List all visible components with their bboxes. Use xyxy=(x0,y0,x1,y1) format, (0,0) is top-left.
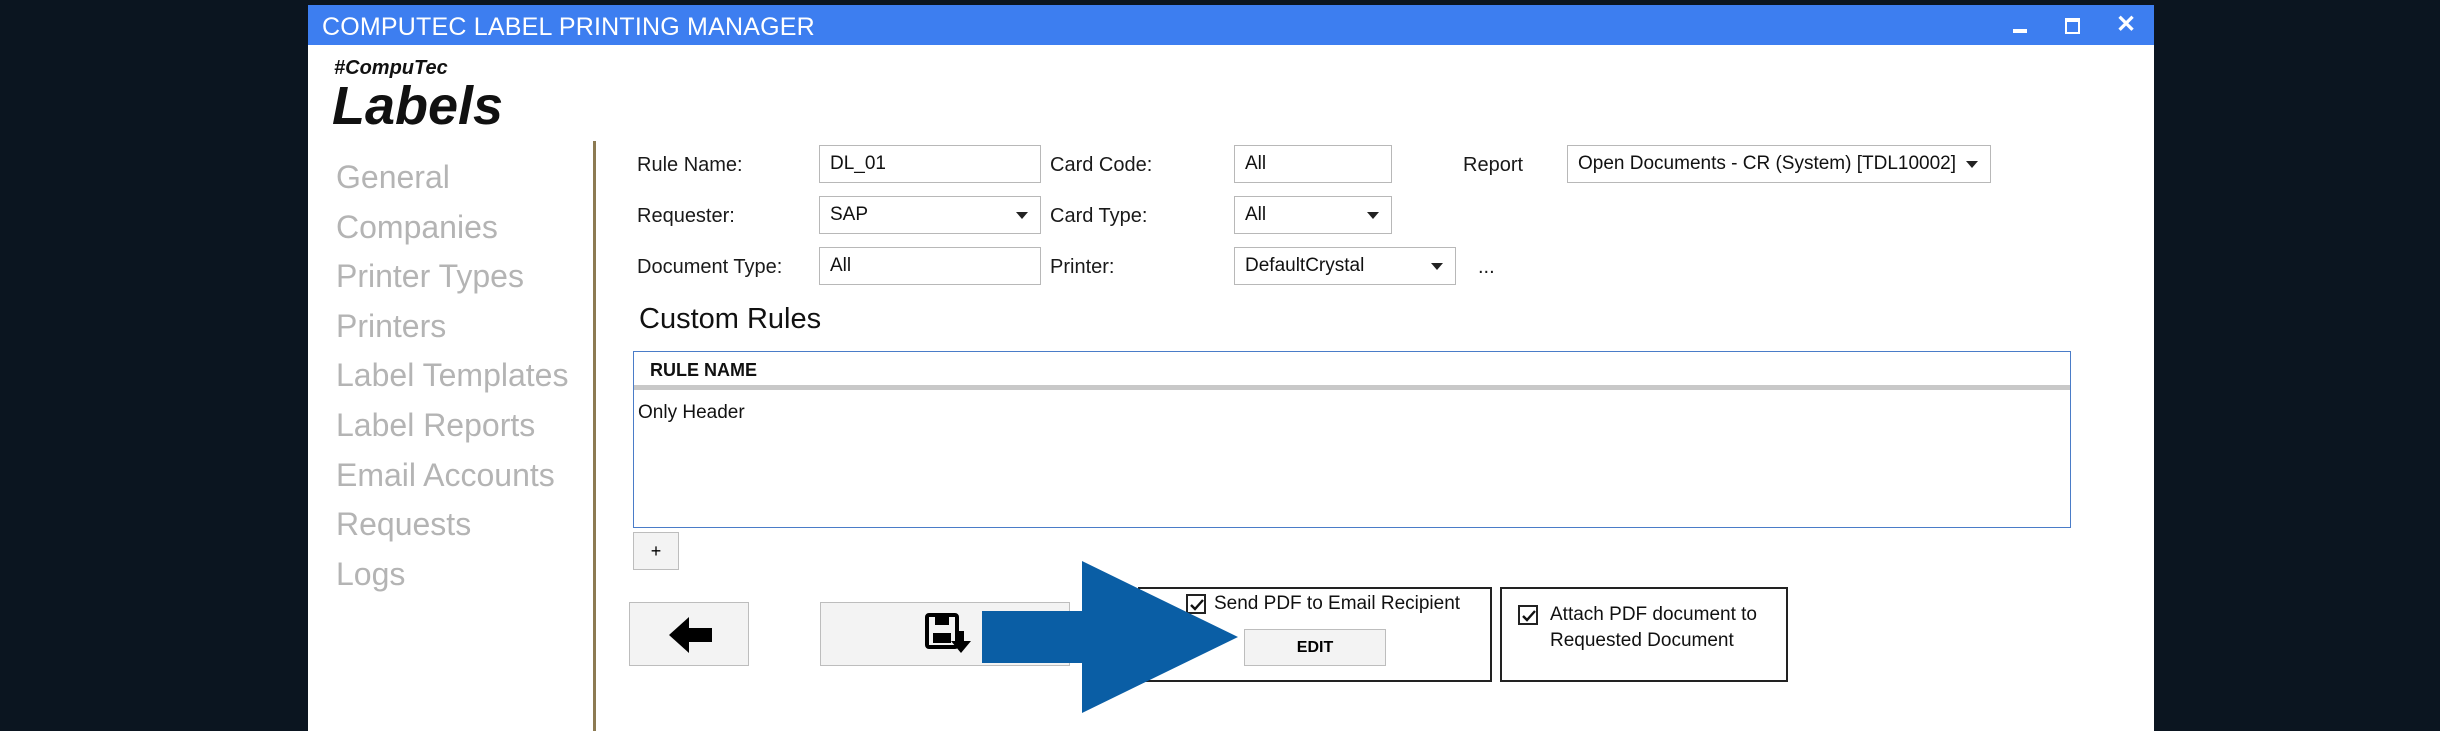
attach-pdf-checkbox[interactable] xyxy=(1518,605,1538,625)
sidebar-item-companies[interactable]: Companies xyxy=(336,205,568,255)
sidebar-nav: General Companies Printer Types Printers… xyxy=(336,155,568,601)
rule-name-label: Rule Name: xyxy=(637,154,743,176)
printer-more-button[interactable]: ... xyxy=(1478,256,1495,279)
checkmark-icon xyxy=(1522,610,1536,622)
sidebar-item-email-accounts[interactable]: Email Accounts xyxy=(336,453,568,503)
printer-select-value: DefaultCrystal xyxy=(1245,255,1365,276)
custom-rules-title: Custom Rules xyxy=(639,303,822,335)
send-pdf-label: Send PDF to Email Recipient xyxy=(1214,593,1461,614)
sidebar-item-logs[interactable]: Logs xyxy=(336,552,568,602)
close-button[interactable]: ✕ xyxy=(2106,9,2146,41)
edit-email-button[interactable]: EDIT xyxy=(1244,629,1386,666)
window-title: COMPUTEC LABEL PRINTING MANAGER xyxy=(322,13,815,41)
rule-name-input[interactable]: DL_01 xyxy=(819,145,1041,183)
column-header-rule-name[interactable]: RULE NAME xyxy=(634,352,2070,390)
document-type-input[interactable]: All xyxy=(819,247,1041,285)
card-code-input[interactable]: All xyxy=(1234,145,1392,183)
chevron-down-icon xyxy=(1431,263,1443,270)
minimize-button[interactable] xyxy=(2000,9,2040,41)
sidebar-item-printer-types[interactable]: Printer Types xyxy=(336,254,568,304)
attach-options-group: Attach PDF document to Requested Documen… xyxy=(1500,587,1788,682)
arrow-left-icon xyxy=(669,617,712,653)
card-type-select[interactable]: All xyxy=(1234,196,1392,234)
attach-pdf-label-line1: Attach PDF document to xyxy=(1550,604,1757,625)
chevron-down-icon xyxy=(1016,212,1028,219)
requester-select[interactable]: SAP xyxy=(819,196,1041,234)
minimize-icon xyxy=(2013,29,2027,33)
back-button[interactable] xyxy=(629,602,749,666)
sidebar-divider xyxy=(593,141,596,731)
requester-select-value: SAP xyxy=(830,204,869,225)
requester-label: Requester: xyxy=(637,205,735,227)
close-icon: ✕ xyxy=(2115,11,2137,38)
attach-pdf-label-line2: Requested Document xyxy=(1550,630,1734,651)
printer-label: Printer: xyxy=(1050,256,1115,278)
card-type-select-value: All xyxy=(1245,204,1267,225)
maximize-icon xyxy=(2065,18,2080,34)
card-code-label: Card Code: xyxy=(1050,154,1153,176)
sidebar-item-requests[interactable]: Requests xyxy=(336,502,568,552)
add-rule-button[interactable]: + xyxy=(633,532,679,570)
chevron-down-icon xyxy=(1966,161,1978,168)
printer-select[interactable]: DefaultCrystal xyxy=(1234,247,1456,285)
custom-rules-table: RULE NAME Only Header xyxy=(633,351,2071,528)
sidebar-item-printers[interactable]: Printers xyxy=(336,304,568,354)
table-row[interactable]: Only Header xyxy=(638,402,745,424)
annotation-arrow-icon xyxy=(982,561,1238,713)
card-type-label: Card Type: xyxy=(1050,205,1148,227)
maximize-button[interactable] xyxy=(2052,9,2092,41)
document-type-label: Document Type: xyxy=(637,256,783,278)
report-select-value: Open Documents - CR (System) [TDL10002] xyxy=(1578,153,1957,174)
sidebar-item-general[interactable]: General xyxy=(336,155,568,205)
sidebar-item-label-reports[interactable]: Label Reports xyxy=(336,403,568,453)
sidebar-item-label-templates[interactable]: Label Templates xyxy=(336,353,568,403)
logo-wordmark: Labels xyxy=(332,76,504,136)
report-label: Report xyxy=(1463,154,1524,176)
chevron-down-icon xyxy=(1367,212,1379,219)
title-bar: COMPUTEC LABEL PRINTING MANAGER ✕ xyxy=(308,5,2154,45)
report-select[interactable]: Open Documents - CR (System) [TDL10002] xyxy=(1567,145,1991,183)
